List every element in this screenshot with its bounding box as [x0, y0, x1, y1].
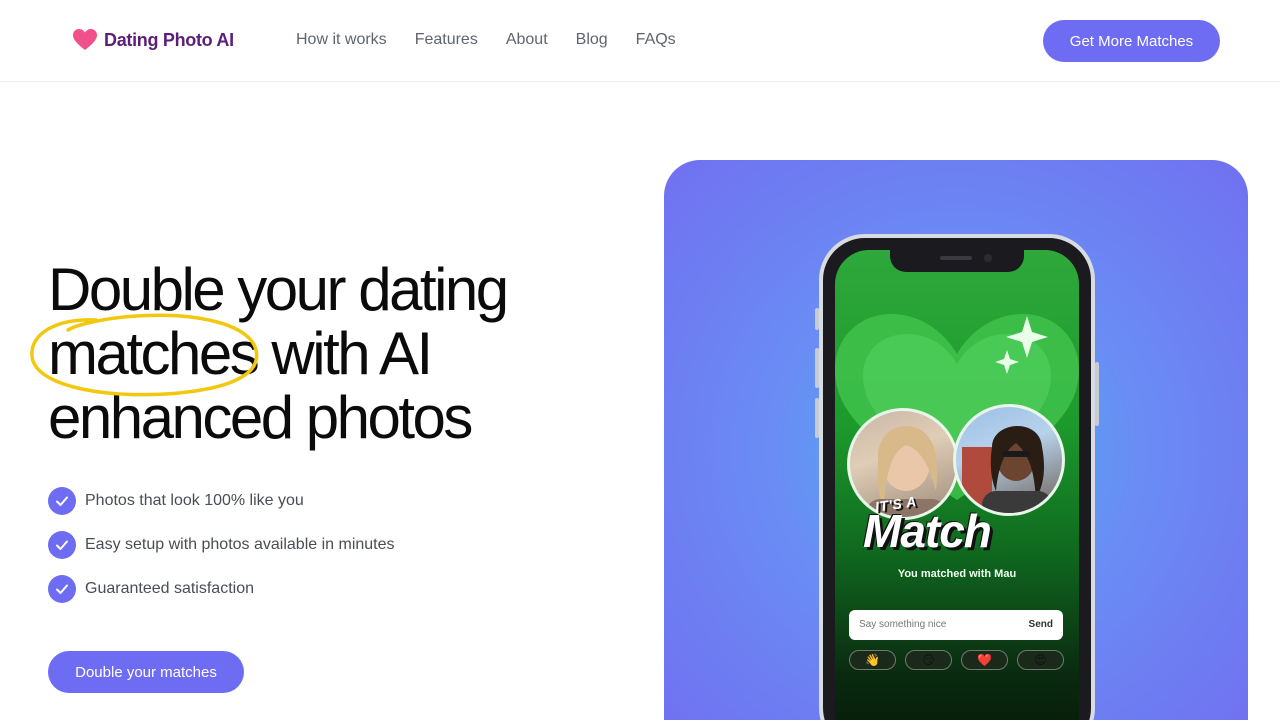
camera-icon — [984, 254, 992, 262]
match-avatar-right — [953, 404, 1065, 516]
logo[interactable]: Dating Photo AI — [72, 28, 234, 52]
checkmark-icon — [48, 575, 76, 603]
checkmark-icon — [48, 531, 76, 559]
message-input[interactable]: Say something nice Send — [849, 610, 1063, 640]
matched-with-text: You matched with Mau — [897, 568, 1017, 580]
phone-notch — [890, 250, 1024, 272]
match-title: Match — [863, 505, 992, 557]
phone-screen: IT'S A Match You matched with Mau Say so… — [835, 250, 1079, 720]
logo-text: Dating Photo AI — [104, 29, 234, 50]
feature-item: Easy setup with photos available in minu… — [48, 531, 395, 559]
nav-blog[interactable]: Blog — [576, 31, 608, 49]
heart-emoji-button[interactable]: ❤️ — [961, 650, 1008, 670]
phone-side-button — [1095, 362, 1099, 426]
headline-line-3: enhanced photos — [48, 384, 473, 451]
site-header: Dating Photo AI How it works Features Ab… — [0, 0, 1280, 82]
speaker-grille — [940, 256, 972, 260]
message-placeholder: Say something nice — [859, 619, 947, 630]
feature-item: Guaranteed satisfaction — [48, 575, 395, 603]
nav-how-it-works[interactable]: How it works — [296, 31, 387, 49]
phone-mockup: IT'S A Match You matched with Mau Say so… — [815, 234, 1099, 720]
headline-line-2: matches with AI — [48, 320, 433, 387]
hero-visual-panel: IT'S A Match You matched with Mau Say so… — [664, 160, 1248, 720]
feature-item: Photos that look 100% like you — [48, 487, 395, 515]
nav-faqs[interactable]: FAQs — [636, 31, 676, 49]
checkmark-icon — [48, 487, 76, 515]
heart-eyes-emoji-button[interactable]: 😍 — [1017, 650, 1064, 670]
double-your-matches-button[interactable]: Double your matches — [48, 651, 244, 693]
feature-list: Photos that look 100% like you Easy setu… — [48, 487, 395, 619]
nav-about[interactable]: About — [506, 31, 548, 49]
headline-line-1: Double your dating — [48, 256, 509, 323]
feature-text: Photos that look 100% like you — [85, 492, 304, 509]
main-nav: How it works Features About Blog FAQs — [296, 31, 676, 49]
phone-side-button — [815, 398, 819, 438]
smirk-emoji-button[interactable]: 😏 — [905, 650, 952, 670]
feature-text: Guaranteed satisfaction — [85, 580, 254, 597]
get-more-matches-button[interactable]: Get More Matches — [1043, 20, 1220, 62]
emoji-reactions: 👋 😏 ❤️ 😍 — [849, 650, 1064, 670]
send-button[interactable]: Send — [1029, 619, 1053, 630]
phone-side-button — [815, 348, 819, 388]
heart-logo-icon — [73, 29, 97, 50]
nav-features[interactable]: Features — [415, 31, 478, 49]
wave-emoji-button[interactable]: 👋 — [849, 650, 896, 670]
feature-text: Easy setup with photos available in minu… — [85, 536, 395, 553]
hero-headline: Double your dating matches with AI enhan… — [48, 258, 608, 450]
phone-side-button — [815, 308, 819, 330]
